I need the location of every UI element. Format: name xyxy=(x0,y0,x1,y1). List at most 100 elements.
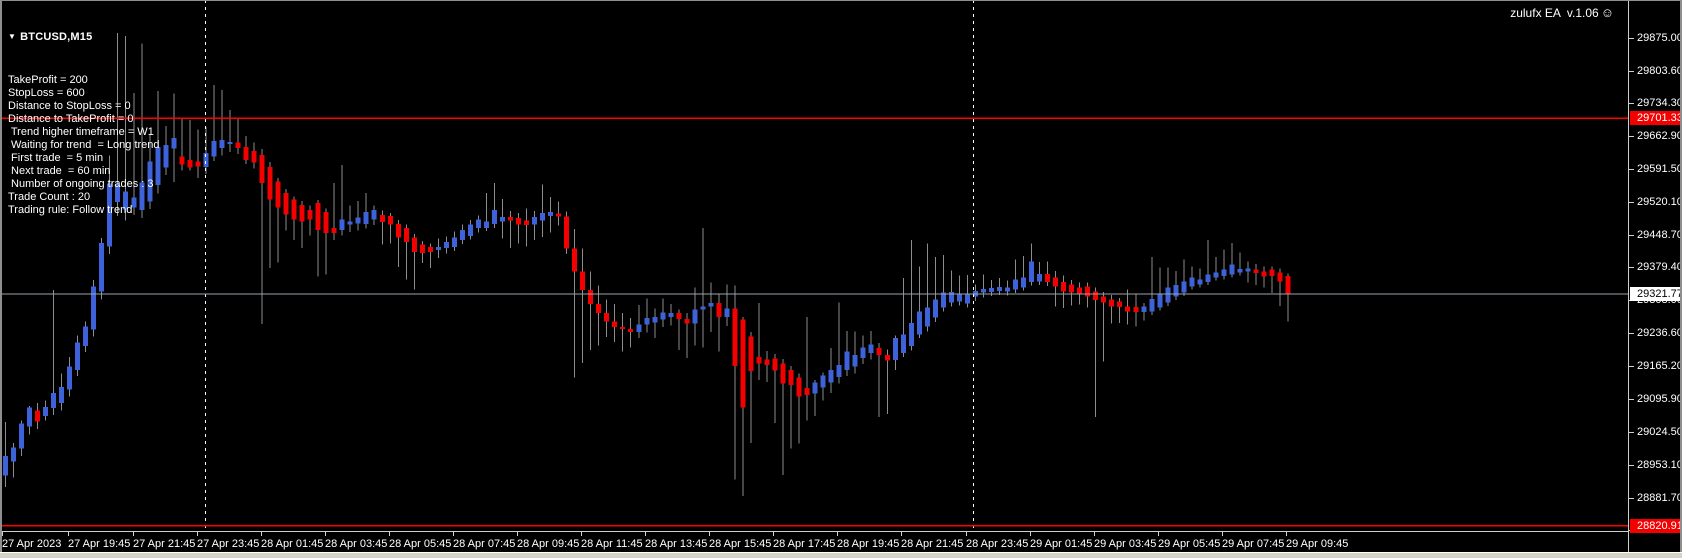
candle-bull xyxy=(1013,279,1019,290)
candle-bull xyxy=(1141,306,1147,312)
price-tick-mark xyxy=(1629,366,1634,368)
price-tick-label: 29236.60 xyxy=(1637,327,1682,340)
collapse-triangle-icon[interactable]: ▼ xyxy=(8,32,16,41)
candle-bear xyxy=(427,246,433,253)
smiley-icon: ☺ xyxy=(1600,5,1614,20)
candle-bull xyxy=(996,286,1002,291)
candle-bull xyxy=(724,308,730,317)
symbol-timeframe-text: BTCUSD,M15 xyxy=(20,31,93,43)
time-tick-mark xyxy=(773,532,774,536)
time-tick-mark xyxy=(645,532,646,536)
candle-bull xyxy=(1245,268,1251,272)
time-tick-mark xyxy=(1094,532,1095,536)
candle-bull xyxy=(1181,281,1187,293)
candle-bull xyxy=(988,288,994,292)
candle-bull xyxy=(347,221,353,225)
candle-bear xyxy=(580,271,586,291)
candle-bear xyxy=(1101,296,1107,303)
price-tick-mark xyxy=(1629,235,1634,237)
candle-bull xyxy=(435,246,441,251)
candle-bull xyxy=(644,317,650,325)
price-tick-label: 29734.30 xyxy=(1637,96,1682,109)
candle-bear xyxy=(1069,284,1075,293)
candle-bull xyxy=(483,221,489,228)
candle-bear xyxy=(299,204,305,222)
candle-bull xyxy=(451,237,457,247)
time-tick-mark xyxy=(1286,532,1287,536)
window-bottom-edge xyxy=(0,552,1682,558)
candle-bear xyxy=(187,159,193,168)
price-tick-mark xyxy=(1629,168,1634,170)
candle-bull xyxy=(491,209,497,224)
time-tick-label: 27 Apr 2023 xyxy=(2,538,62,550)
price-tick-mark xyxy=(1629,135,1634,137)
candle-bull xyxy=(99,242,105,292)
candle-bear xyxy=(395,223,401,238)
time-tick-label: 28 Apr 13:45 xyxy=(645,538,708,550)
candle-bull xyxy=(1021,277,1027,288)
window-left-edge xyxy=(0,0,2,552)
candle-bear xyxy=(1269,269,1275,277)
candle-bull xyxy=(211,140,217,157)
time-tick-label: 29 Apr 07:45 xyxy=(1222,538,1285,550)
ea-watermark: zulufx EA v.1.06 ☺ xyxy=(1510,5,1614,20)
candle-bear xyxy=(780,363,786,384)
candle-bull xyxy=(1173,284,1179,297)
candle-bull xyxy=(836,365,842,378)
time-tick-label: 29 Apr 09:45 xyxy=(1286,538,1349,550)
candle-bear xyxy=(516,218,522,225)
price-tick-label: 29591.50 xyxy=(1637,162,1682,175)
candle-bull xyxy=(548,212,554,216)
time-tick-label: 27 Apr 19:45 xyxy=(68,538,131,550)
time-tick-mark xyxy=(709,532,710,536)
price-axis[interactable]: 29875.00 29803.60 29734.30 29662.90 29591.50… xyxy=(1628,0,1682,552)
time-tick-label: 28 Apr 09:45 xyxy=(517,538,580,550)
candle-bear xyxy=(291,199,297,220)
candle-bull xyxy=(1157,294,1163,308)
time-tick-mark xyxy=(837,532,838,536)
candle-bull xyxy=(83,326,89,347)
time-tick-mark xyxy=(133,532,134,536)
candle-bear xyxy=(748,336,754,372)
candle-bull xyxy=(668,313,674,317)
candle-bear xyxy=(403,227,409,242)
time-tick-mark xyxy=(68,532,69,536)
price-tick-label: 29379.40 xyxy=(1637,261,1682,274)
candle-bull xyxy=(27,407,33,427)
candle-bear xyxy=(275,181,281,208)
candle-bull xyxy=(708,303,714,307)
candle-bear xyxy=(1133,307,1139,312)
order-price-badge: 29701.33 xyxy=(1630,111,1682,125)
candlestick-canvas[interactable] xyxy=(0,0,1628,531)
price-tick-mark xyxy=(1629,497,1634,499)
mt4-chart-window: ▼ BTCUSD,M15 TakeProfit = 200 StopLoss = 6… xyxy=(0,0,1682,558)
time-tick-label: 28 Apr 23:45 xyxy=(966,538,1029,550)
candle-bear xyxy=(772,358,778,371)
candle-bull xyxy=(916,311,922,335)
candle-bull xyxy=(1221,269,1227,277)
candle-bear xyxy=(1109,299,1115,307)
time-tick-label: 28 Apr 05:45 xyxy=(389,538,452,550)
candle-bear xyxy=(876,347,882,355)
candle-bull xyxy=(475,219,481,228)
price-tick-mark xyxy=(1629,267,1634,269)
candle-bull xyxy=(1213,272,1219,278)
candle-bull xyxy=(91,286,97,330)
candle-bull xyxy=(1029,261,1035,283)
ea-parameter-line: StopLoss = 600 xyxy=(8,87,85,99)
time-tick-mark xyxy=(1158,532,1159,536)
candle-bull xyxy=(1205,274,1211,283)
price-tick-mark xyxy=(1629,201,1634,203)
price-tick-label: 29024.50 xyxy=(1637,425,1682,438)
candle-bull xyxy=(540,213,546,221)
candle-bear xyxy=(732,308,738,367)
chart-plot-area[interactable]: ▼ BTCUSD,M15 TakeProfit = 200 StopLoss = 6… xyxy=(0,0,1628,531)
time-tick-mark xyxy=(901,532,902,536)
candle-bear xyxy=(1093,291,1099,300)
candle-bear xyxy=(1061,282,1067,292)
window-top-edge xyxy=(0,0,1682,1)
candle-bear xyxy=(1277,272,1283,282)
candle-bull xyxy=(1197,279,1203,285)
time-axis[interactable]: 27 Apr 2023 27 Apr 19:45 27 Apr 21:45 27 Ap… xyxy=(0,531,1628,553)
price-tick-label: 28881.70 xyxy=(1637,491,1682,504)
